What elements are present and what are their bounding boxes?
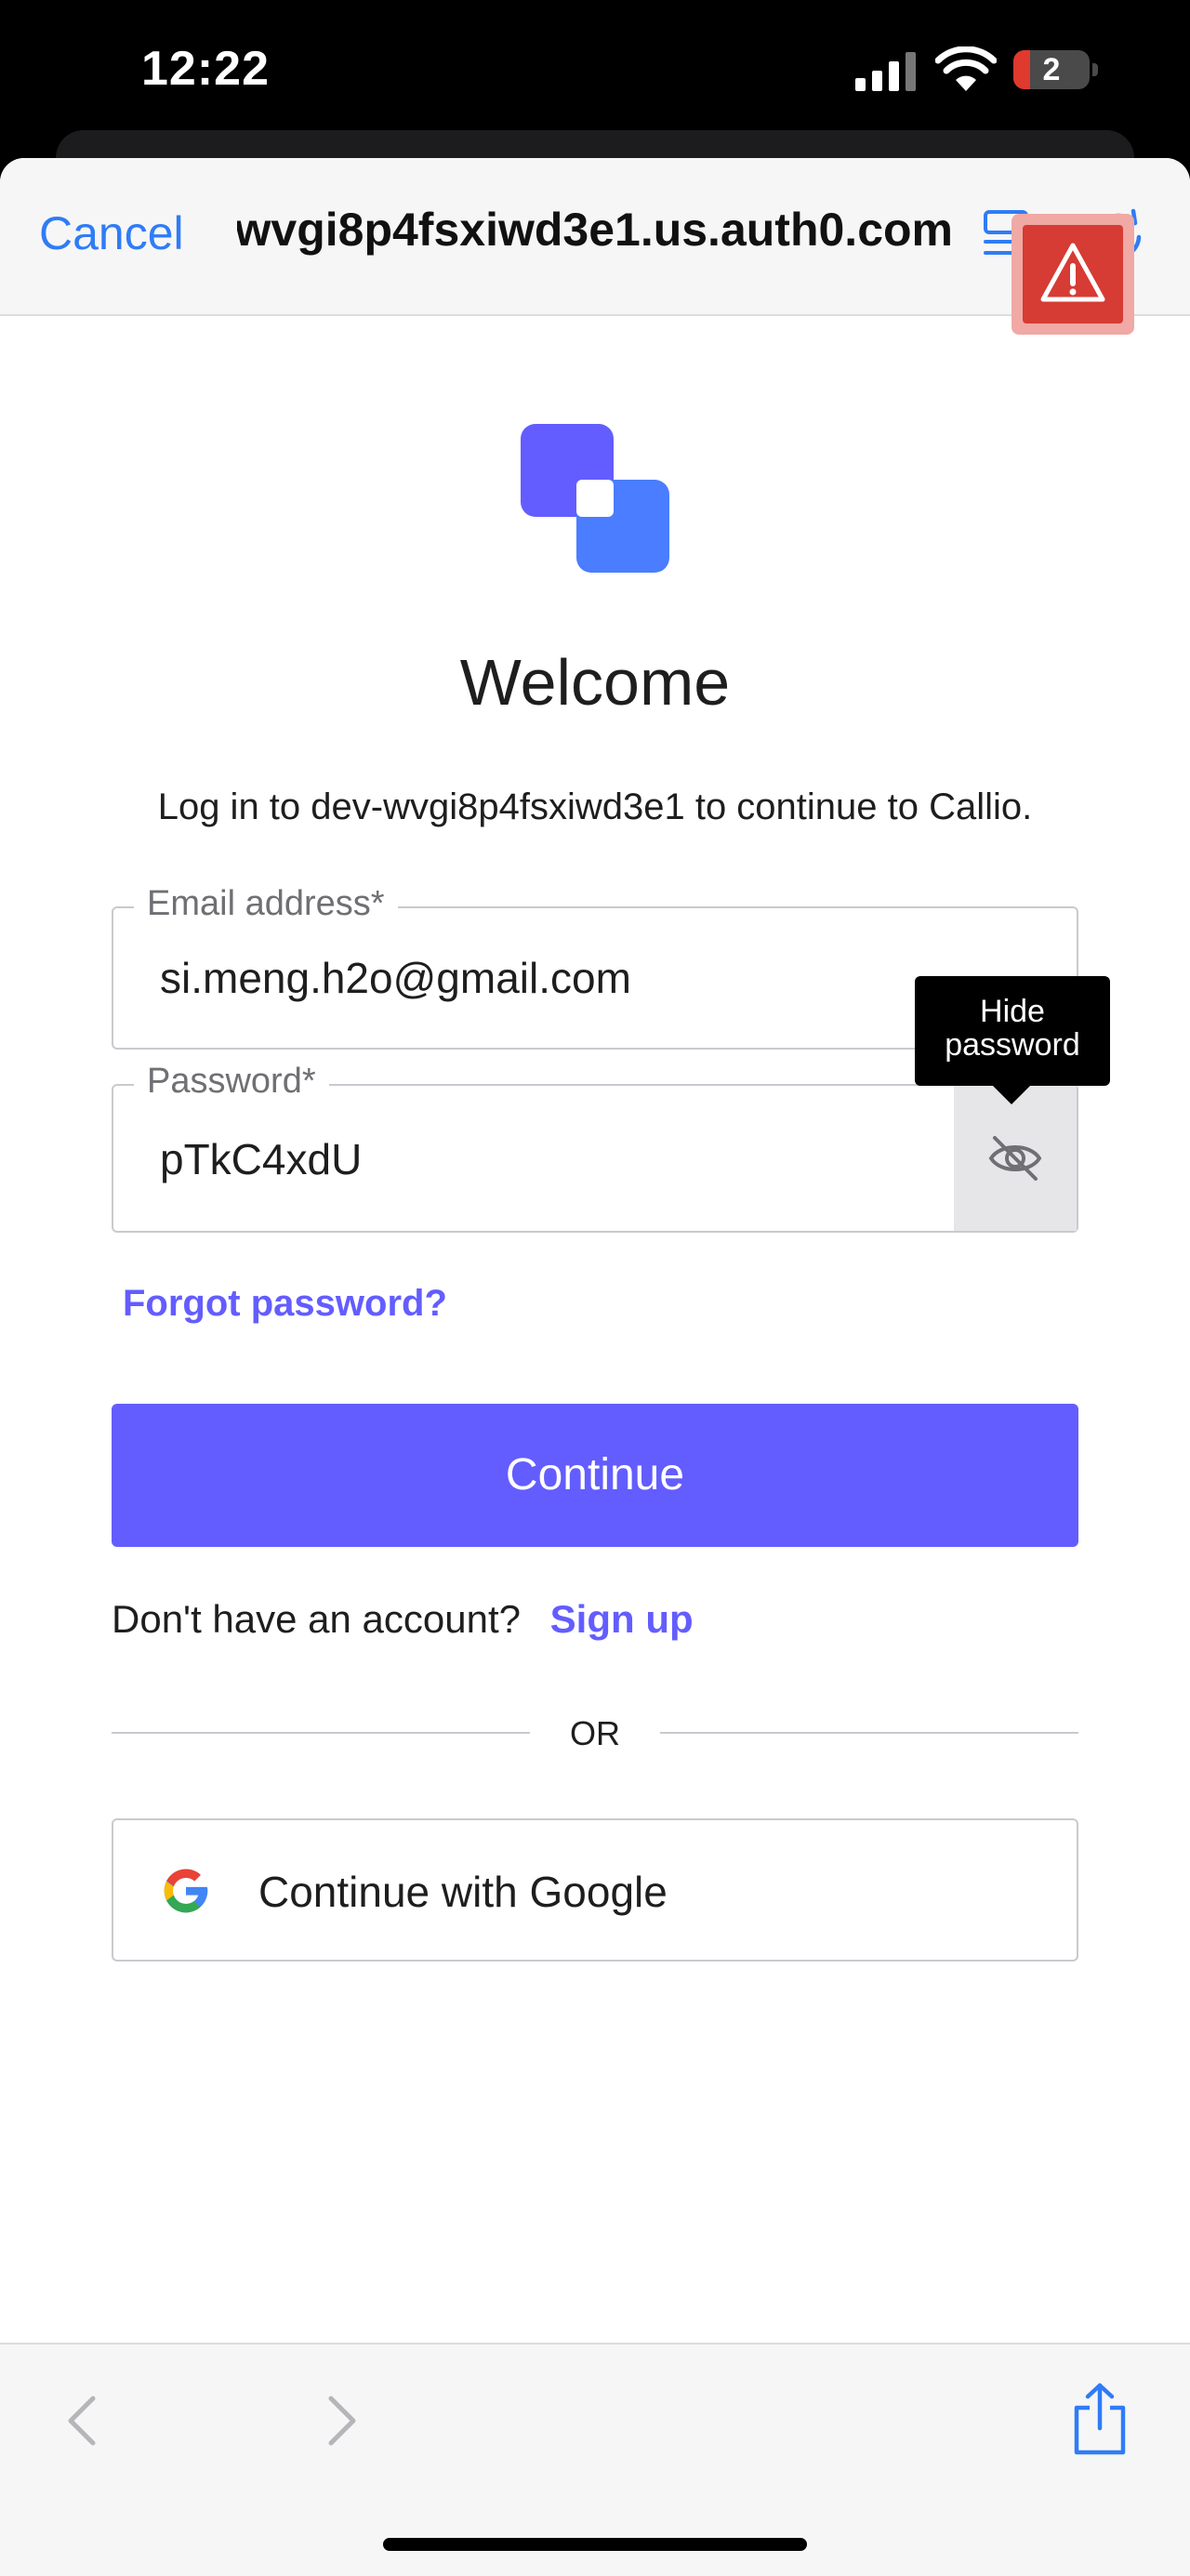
- home-indicator[interactable]: [383, 2538, 807, 2551]
- continue-button[interactable]: Continue: [112, 1404, 1078, 1547]
- status-bar: 12:22 2: [0, 0, 1190, 139]
- tooltip-line-1: Hide: [980, 994, 1045, 1029]
- page-title: Welcome: [459, 646, 731, 719]
- forward-icon[interactable]: [320, 2393, 364, 2449]
- password-label: Password*: [134, 1062, 329, 1102]
- url-display[interactable]: dev-wvgi8p4fsxiwd3e1.us.auth0.com: [237, 203, 953, 257]
- email-value[interactable]: si.meng.h2o@gmail.com: [160, 953, 631, 1003]
- cancel-button[interactable]: Cancel: [39, 206, 184, 260]
- url-text: dev-wvgi8p4fsxiwd3e1.us.auth0.com: [237, 204, 953, 256]
- or-divider: OR: [570, 1714, 620, 1752]
- tooltip-line-2: password: [945, 1027, 1080, 1063]
- google-icon: [164, 1869, 208, 1913]
- signup-prompt: Don't have an account?: [112, 1597, 521, 1641]
- hide-password-tooltip: Hide password: [915, 976, 1110, 1104]
- share-icon[interactable]: [1069, 2382, 1130, 2456]
- email-label: Email address*: [134, 884, 398, 924]
- divider-right: [660, 1732, 1078, 1734]
- status-time: 12:22: [141, 42, 270, 96]
- password-value[interactable]: pTkC4xdU: [160, 1134, 362, 1184]
- battery-level: 2: [1042, 52, 1061, 87]
- back-icon[interactable]: [60, 2393, 104, 2449]
- wifi-icon: [935, 46, 997, 91]
- divider-left: [112, 1732, 530, 1734]
- hide-password-button[interactable]: [954, 1086, 1077, 1231]
- forgot-password-link[interactable]: Forgot password?: [123, 1283, 447, 1325]
- page-subtitle: Log in to dev-wvgi8p4fsxiwd3e1 to contin…: [157, 786, 1033, 827]
- continue-with-google-button[interactable]: Continue with Google: [112, 1818, 1078, 1962]
- google-button-label: Continue with Google: [258, 1868, 668, 1916]
- warning-button[interactable]: [1012, 214, 1134, 335]
- eye-slash-icon: [988, 1136, 1042, 1181]
- battery-icon: 2: [1013, 50, 1099, 89]
- warning-icon: [1040, 243, 1105, 302]
- password-field[interactable]: Password* pTkC4xdU: [112, 1062, 1078, 1233]
- cellular-signal-icon: [855, 52, 916, 91]
- app-logo: [521, 424, 669, 573]
- signup-row: Don't have an account? Sign up: [112, 1597, 694, 1642]
- signup-link[interactable]: Sign up: [550, 1597, 694, 1641]
